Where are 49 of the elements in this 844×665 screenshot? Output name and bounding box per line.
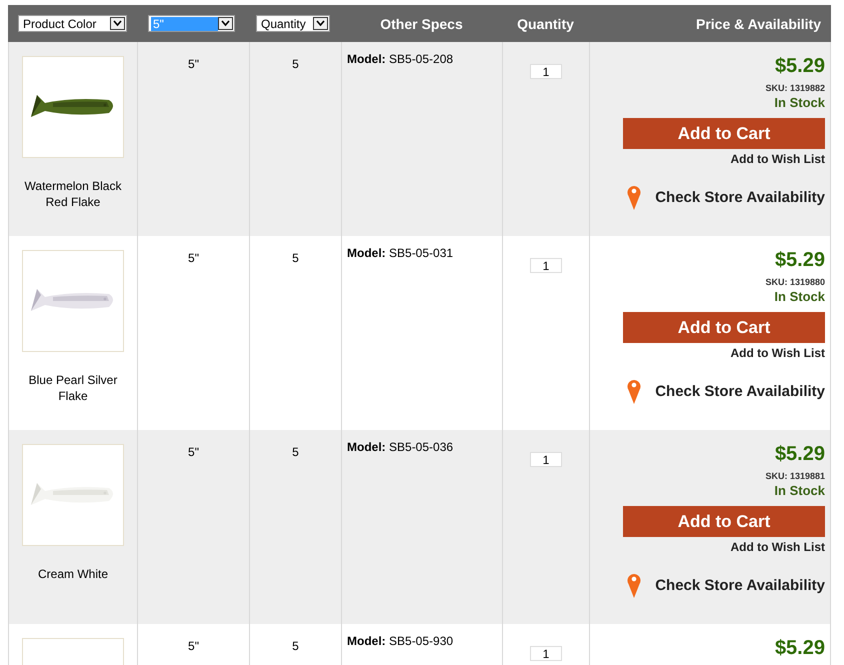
- model-text: Model: SB5-05-930: [347, 634, 454, 648]
- filter-dropdown[interactable]: Quantity: [256, 15, 330, 32]
- model-text: Model: SB5-05-031: [347, 246, 454, 260]
- model-text: Model: SB5-05-036: [347, 440, 454, 454]
- add-to-cart-button[interactable]: Add to Cart: [623, 312, 825, 343]
- filter-dropdown[interactable]: Product Color: [18, 15, 127, 32]
- product-name[interactable]: Watermelon Black Red Flake: [18, 178, 128, 210]
- stock-status: In Stock: [774, 289, 825, 304]
- price-text: $5.29: [774, 54, 825, 78]
- sku-text: SKU: 1319880: [765, 277, 825, 287]
- wish-list-link[interactable]: Add to Wish List: [730, 346, 825, 360]
- stock-status: In Stock: [774, 95, 825, 110]
- column-header: Other Specs: [380, 16, 463, 32]
- count-text: 5: [292, 445, 299, 459]
- caret-icon: [218, 17, 233, 30]
- product-name[interactable]: Blue Pearl Silver Flake: [18, 372, 128, 404]
- quantity-field[interactable]: 1: [530, 646, 562, 661]
- size-text: 5": [188, 251, 199, 265]
- map-pin-icon: [627, 184, 642, 210]
- map-pin-icon: [627, 572, 642, 598]
- size-text: 5": [188, 57, 199, 71]
- count-text: 5: [292, 639, 299, 653]
- price-text: $5.29: [774, 248, 825, 272]
- count-text: 5: [292, 57, 299, 71]
- add-to-cart-button[interactable]: Add to Cart: [623, 118, 825, 149]
- size-text: 5": [188, 639, 199, 653]
- store-availability-link[interactable]: Check Store Availability: [655, 382, 825, 400]
- quantity-field[interactable]: 1: [530, 258, 562, 273]
- price-text: $5.29: [774, 636, 825, 660]
- column-header: Quantity: [517, 16, 574, 32]
- count-text: 5: [292, 251, 299, 265]
- product-name[interactable]: Cream White: [18, 566, 128, 582]
- store-availability-link[interactable]: Check Store Availability: [655, 576, 825, 594]
- caret-icon: [313, 17, 328, 30]
- quantity-field[interactable]: 1: [530, 452, 562, 467]
- map-pin-icon: [627, 378, 642, 404]
- wish-list-link[interactable]: Add to Wish List: [730, 540, 825, 554]
- stock-status: In Stock: [774, 483, 825, 498]
- model-text: Model: SB5-05-208: [347, 52, 454, 66]
- sku-text: SKU: 1319881: [765, 471, 825, 481]
- column-header: Price & Availability: [696, 16, 821, 32]
- wish-list-link[interactable]: Add to Wish List: [730, 152, 825, 166]
- sku-text: SKU: 1319882: [765, 83, 825, 93]
- caret-icon: [110, 17, 125, 30]
- price-text: $5.29: [774, 442, 825, 466]
- store-availability-link[interactable]: Check Store Availability: [655, 188, 825, 206]
- add-to-cart-button[interactable]: Add to Cart: [623, 506, 825, 537]
- size-text: 5": [188, 445, 199, 459]
- quantity-field[interactable]: 1: [530, 64, 562, 79]
